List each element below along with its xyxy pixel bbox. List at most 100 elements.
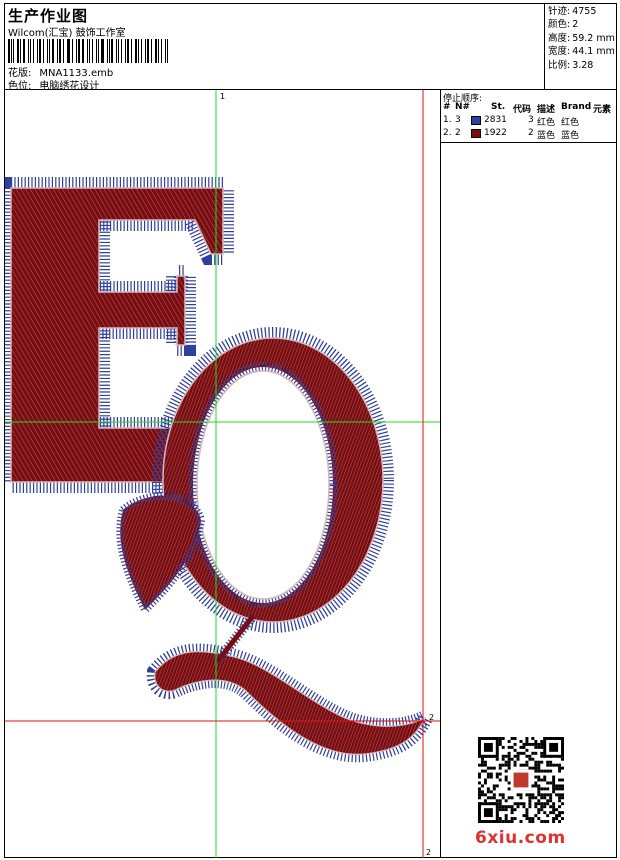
row-index: 2. <box>443 128 452 138</box>
stat-label: 比例: <box>548 59 571 71</box>
row-code: 2 <box>528 128 534 138</box>
barcode-bar <box>17 39 19 63</box>
stat-width: 宽度: 44.1 mm <box>548 45 615 58</box>
col-element: 元素 <box>593 105 612 115</box>
barcode-bar <box>66 39 68 63</box>
barcode-bar <box>140 39 142 63</box>
row-needle: 2 <box>455 128 461 138</box>
barcode-bar <box>92 39 93 63</box>
barcode-bar <box>137 39 139 63</box>
stat-height: 高度: 59.2 mm <box>548 32 615 45</box>
barcode-bar <box>47 39 49 63</box>
barcode-bar <box>144 39 147 63</box>
barcode-bar <box>37 39 39 63</box>
sequence-header: # N# St. 代码 描述 Brand 元素 <box>441 102 616 115</box>
sheet-title: 生产作业图 <box>8 7 89 25</box>
stat-colors: 颜色: 2 <box>548 18 615 31</box>
barcode-bar <box>108 39 110 63</box>
stat-label: 颜色: <box>548 19 571 31</box>
embroidery-preview: 1 2 2 <box>5 90 440 858</box>
barcode-bar <box>116 39 117 63</box>
barcode-bar <box>150 39 152 63</box>
stat-label: 宽度: <box>548 46 571 58</box>
barcode-bar <box>82 39 84 63</box>
barcode-bar <box>32 39 35 63</box>
barcode-bar <box>131 39 133 63</box>
barcode-bar <box>127 39 130 63</box>
barcode-bar <box>51 39 55 63</box>
barcode-bar <box>28 39 29 63</box>
sequence-row: 1. 3 2831 3 红色 红色 <box>441 115 616 128</box>
company-name: Wilcom(汇宝) 鼓饰工作室 <box>8 28 126 39</box>
barcode-bar <box>59 39 61 63</box>
barcode-bar <box>13 39 15 63</box>
row-stitches: 2831 <box>484 115 507 125</box>
qr-code <box>478 737 564 823</box>
barcode-bar <box>147 39 149 63</box>
barcode-bar <box>75 39 77 63</box>
barcode-bar <box>22 39 26 63</box>
stop-sequence-panel: 停止顺序: # N# St. 代码 描述 Brand 元素 1. 3 2831 … <box>441 90 616 143</box>
col-stitches: St. <box>491 102 506 112</box>
stat-stitches: 针迹: 4755 <box>548 5 615 18</box>
color-swatch <box>471 129 481 138</box>
row-desc: 红色 <box>537 118 556 128</box>
stat-value: 44.1 mm <box>572 46 615 58</box>
stat-value: 3.28 <box>572 59 594 71</box>
sequence-row: 2. 2 1922 2 蓝色 蓝色 <box>441 128 616 141</box>
col-desc: 描述 <box>537 105 556 115</box>
barcode-bar <box>135 39 137 63</box>
barcode-bar <box>101 39 104 63</box>
stat-scale: 比例: 3.28 <box>548 59 615 72</box>
barcode-bar <box>77 39 81 63</box>
marker-right: 2 <box>429 713 434 722</box>
row-needle: 3 <box>455 115 461 125</box>
barcode-bar <box>160 39 162 63</box>
barcode-bar <box>97 39 100 63</box>
row-code: 3 <box>528 115 534 125</box>
color-swatch <box>471 116 481 125</box>
col-index: # <box>443 102 451 112</box>
col-code: 代码 <box>513 105 532 115</box>
watermark: 6xiu.com <box>475 828 566 848</box>
stat-label: 针迹: <box>548 6 571 17</box>
stat-label: 高度: <box>548 32 571 44</box>
marker-bottom: 2 <box>426 848 431 857</box>
barcode-bar <box>29 39 31 63</box>
barcode-bar <box>49 39 50 63</box>
col-needle: N# <box>455 102 471 112</box>
stat-value: 59.2 mm <box>572 32 615 44</box>
stat-value: 2 <box>572 19 579 31</box>
barcode-bar <box>57 39 59 63</box>
barcode-bar <box>19 39 21 63</box>
barcode-bar <box>72 39 73 63</box>
barcode-bar <box>42 39 45 63</box>
barcode-bar <box>8 39 10 63</box>
barcode-bar <box>121 39 123 63</box>
barcode-bar <box>106 39 108 63</box>
barcode-bar <box>157 39 159 63</box>
sheet-header: 生产作业图 Wilcom(汇宝) 鼓饰工作室 花版: MNA1133.emb 色位… <box>5 4 616 92</box>
header-info: 生产作业图 Wilcom(汇宝) 鼓饰工作室 花版: MNA1133.emb 色位… <box>5 4 545 92</box>
barcode-bar <box>167 39 169 63</box>
barcode <box>8 39 170 63</box>
design-canvas: 1 2 2 <box>5 90 441 858</box>
row-brand: 红色 <box>561 118 580 128</box>
barcode-bar <box>88 39 91 63</box>
marker-top: 1 <box>220 92 225 101</box>
barcode-bar <box>95 39 97 63</box>
letter-q <box>116 327 440 763</box>
barcode-bar <box>125 39 127 63</box>
row-desc: 蓝色 <box>537 131 556 141</box>
row-stitches: 1922 <box>484 128 507 138</box>
row-brand: 蓝色 <box>561 131 580 141</box>
stats-block: 针迹: 4755 颜色: 2 高度: 59.2 mm 宽度: 44.1 mm 比例: 3.… <box>548 5 615 72</box>
barcode-bar <box>39 39 41 63</box>
stat-value: 4755 <box>572 6 597 17</box>
barcode-bar <box>10 39 12 63</box>
col-brand: Brand <box>561 102 592 112</box>
barcode-bar <box>117 39 120 63</box>
barcode-bar <box>86 39 88 63</box>
barcode-bar <box>164 39 167 63</box>
barcode-bar <box>154 39 157 63</box>
